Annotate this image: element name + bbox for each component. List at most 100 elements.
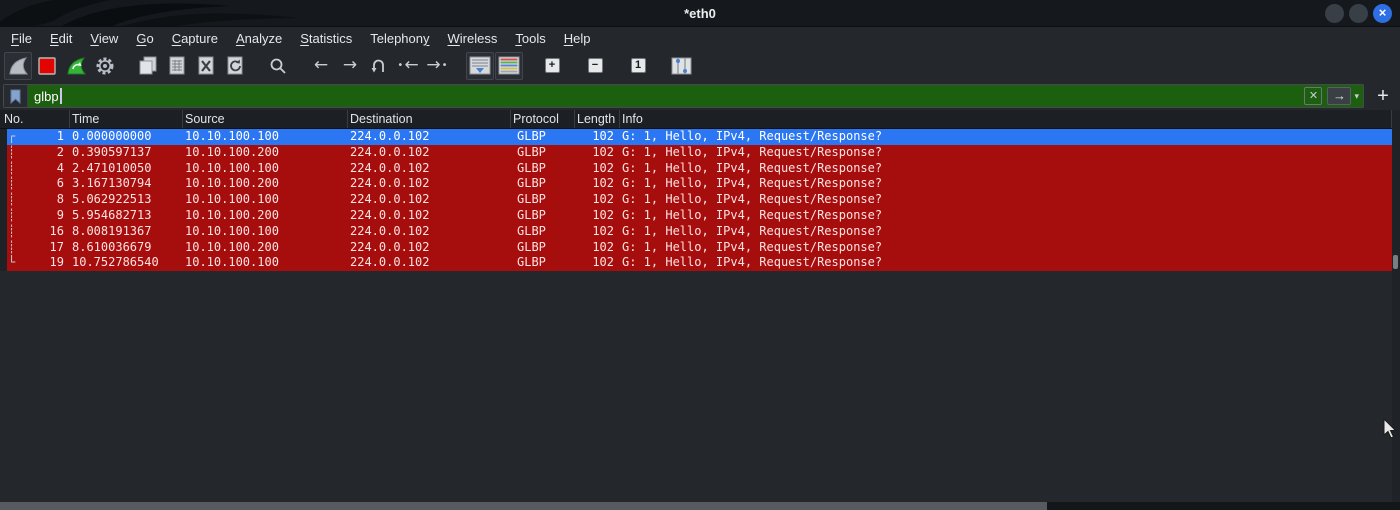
cell-destination: 224.0.0.102 [348,208,511,224]
menu-analyze[interactable]: Analyze [227,28,291,49]
column-header-length[interactable]: Length [575,110,620,128]
maximize-button[interactable] [1349,4,1368,23]
row-gutter [0,240,7,256]
cell-protocol: GLBP [511,161,575,177]
go-forward-button[interactable]: → [336,52,364,80]
find-packet-button[interactable] [264,52,292,80]
go-first-packet-button[interactable]: •← [394,52,422,80]
menu-edit[interactable]: Edit [41,28,81,49]
menu-statistics[interactable]: Statistics [291,28,361,49]
stop-capture-button[interactable] [33,52,61,80]
cell-destination: 224.0.0.102 [348,255,511,271]
column-header-info[interactable]: Info [620,110,1392,128]
auto-scroll-button[interactable] [466,52,494,80]
filter-bookmark-button[interactable] [4,85,28,107]
menu-go[interactable]: Go [127,28,162,49]
cell-source: 10.10.100.200 [183,208,348,224]
related-packets-bracket: ┊ [8,161,20,177]
menu-tools[interactable]: Tools [506,28,554,49]
filter-dropdown-button[interactable]: ▾ [1354,91,1359,102]
row-gutter [0,161,7,177]
packet-row-17[interactable]: ┊178.61003667910.10.100.200224.0.0.102GL… [0,240,1392,256]
filter-apply-button[interactable]: → [1327,87,1351,105]
zoom-in-button[interactable]: + [538,52,566,80]
row-gutter [0,208,7,224]
capture-options-button[interactable] [91,52,119,80]
cell-time: 0.000000000 [70,129,183,145]
cell-time: 5.062922513 [70,192,183,208]
minimize-button[interactable] [1325,4,1344,23]
packet-row-1[interactable]: ┌10.00000000010.10.100.100224.0.0.102GLB… [0,129,1392,145]
menu-view[interactable]: View [81,28,127,49]
cell-protocol: GLBP [511,240,575,256]
column-header-destination[interactable]: Destination [348,110,511,128]
menu-wireless[interactable]: Wireless [439,28,507,49]
horizontal-scrollbar[interactable] [0,502,1047,510]
resize-columns-button[interactable] [667,52,695,80]
window-title: *eth0 [0,0,1400,27]
go-last-packet-button[interactable]: →• [423,52,451,80]
packet-row-6[interactable]: ┊63.16713079410.10.100.200224.0.0.102GLB… [0,176,1392,192]
cell-source: 10.10.100.100 [183,129,348,145]
packet-row-19[interactable]: └1910.75278654010.10.100.100224.0.0.102G… [0,255,1392,271]
packet-row-9[interactable]: ┊95.95468271310.10.100.200224.0.0.102GLB… [0,208,1392,224]
cell-source: 10.10.100.200 [183,145,348,161]
packet-row-4[interactable]: ┊42.47101005010.10.100.100224.0.0.102GLB… [0,161,1392,177]
zoom-out-button[interactable]: − [581,52,609,80]
column-header-protocol[interactable]: Protocol [511,110,575,128]
zoom-100-button[interactable]: 1 [624,52,652,80]
menu-help[interactable]: Help [555,28,600,49]
cell-protocol: GLBP [511,192,575,208]
open-file-button[interactable] [134,52,162,80]
row-gutter [0,145,7,161]
related-packets-bracket: ┊ [8,176,20,192]
packet-list-empty-area [0,271,1392,502]
save-file-button[interactable] [163,52,191,80]
related-packets-bracket: ┌ [8,129,20,145]
gear-icon [95,56,115,76]
column-header-time[interactable]: Time [70,110,183,128]
cell-info: G: 1, Hello, IPv4, Request/Response? [620,176,1392,192]
related-packets-bracket: ┊ [8,192,20,208]
cell-info: G: 1, Hello, IPv4, Request/Response? [620,145,1392,161]
column-header-no[interactable]: No. [0,110,70,128]
cell-protocol: GLBP [511,224,575,240]
close-button[interactable]: × [1373,4,1392,23]
restart-capture-button[interactable] [62,52,90,80]
menu-file[interactable]: File [2,28,41,49]
zoom-100-icon: 1 [631,58,646,73]
bottom-edge [0,502,1400,510]
reload-file-button[interactable] [221,52,249,80]
packet-row-16[interactable]: ┊168.00819136710.10.100.100224.0.0.102GL… [0,224,1392,240]
packet-row-8[interactable]: ┊85.06292251310.10.100.100224.0.0.102GLB… [0,192,1392,208]
vertical-scrollbar[interactable] [1392,110,1400,502]
menu-capture[interactable]: Capture [163,28,227,49]
cell-length: 102 [575,255,620,271]
column-header-source[interactable]: Source [183,110,348,128]
colorize-packets-button[interactable] [495,52,523,80]
go-back-button[interactable]: ← [307,52,335,80]
goto-hook-arrow-icon [370,57,388,75]
cell-destination: 224.0.0.102 [348,192,511,208]
window-titlebar[interactable]: *eth0 × [0,0,1400,27]
related-packets-bracket: ┊ [8,240,20,256]
zoom-in-icon: + [545,58,560,73]
cell-info: G: 1, Hello, IPv4, Request/Response? [620,192,1392,208]
menu-bar: FileEditViewGoCaptureAnalyzeStatisticsTe… [0,28,1400,49]
stop-square-icon [38,57,56,75]
cell-protocol: GLBP [511,176,575,192]
main-toolbar: ← → •← →• + − 1 [0,49,1400,82]
filter-add-button[interactable]: + [1372,85,1394,107]
start-capture-button[interactable] [4,52,32,80]
first-arrow-icon: ← [404,57,418,74]
cell-time: 8.610036679 [70,240,183,256]
close-file-button[interactable] [192,52,220,80]
vertical-scrollbar-thumb[interactable] [1393,255,1398,269]
cell-protocol: GLBP [511,129,575,145]
packet-row-2[interactable]: ┊20.39059713710.10.100.200224.0.0.102GLB… [0,145,1392,161]
sharkfin-green-icon [66,56,87,76]
filter-clear-button[interactable]: ✕ [1304,87,1322,105]
display-filter-input[interactable]: glbp ✕ → ▾ [3,84,1364,108]
menu-telephony[interactable]: Telephony [361,28,438,49]
go-to-packet-button[interactable] [365,52,393,80]
